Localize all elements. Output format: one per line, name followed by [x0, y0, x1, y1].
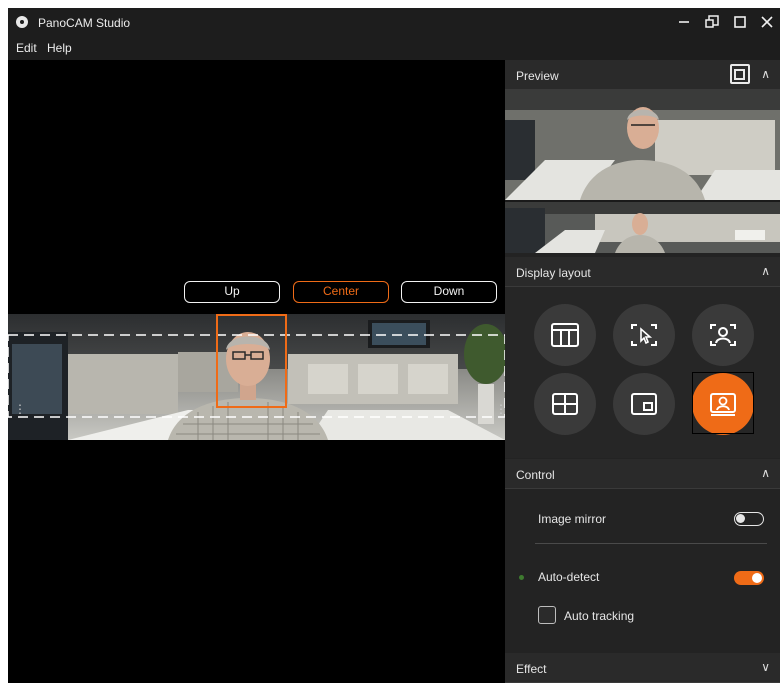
display-layout-options [505, 287, 780, 458]
panorama-video[interactable] [8, 314, 505, 440]
cursor-frame-icon [631, 324, 657, 346]
quad-layout-icon [552, 393, 578, 415]
chevron-down-icon[interactable]: ∨ [761, 660, 770, 674]
menu-bar: Edit Help [8, 38, 780, 60]
center-button[interactable]: Center [293, 281, 389, 303]
layout-grid-button[interactable] [534, 304, 596, 366]
left-drag-handle[interactable]: ⋮ [14, 402, 26, 416]
layout-selection-frame [692, 372, 754, 434]
pip-layout-icon [631, 393, 657, 415]
close-button[interactable] [753, 10, 780, 34]
auto-detect-toggle[interactable] [734, 571, 764, 585]
camera-lens-icon [16, 16, 28, 28]
layout-person-frame-button[interactable] [692, 304, 754, 366]
chevron-up-icon[interactable]: ∧ [761, 67, 770, 81]
maximize-icon [734, 16, 746, 28]
layout-quad-button[interactable] [534, 373, 596, 435]
menu-edit[interactable]: Edit [16, 41, 37, 55]
auto-tracking-label: Auto tracking [564, 609, 635, 623]
picture-in-picture-collapse-icon[interactable] [730, 64, 750, 84]
side-panel: Preview ∧ Display layout ∧ Control ∧ Ima… [505, 60, 780, 683]
control-divider [535, 543, 767, 544]
auto-detect-status-icon [519, 575, 524, 580]
auto-tracking-checkbox[interactable] [538, 606, 556, 624]
display-layout-title: Display layout [516, 266, 591, 280]
grid-layout-icon [551, 323, 579, 347]
restore-icon [705, 15, 719, 28]
layout-cursor-frame-button[interactable] [613, 304, 675, 366]
app-title: PanoCAM Studio [38, 16, 131, 30]
right-drag-handle[interactable]: ⋮ [495, 402, 507, 416]
restore-button[interactable] [698, 10, 726, 34]
main-video-view: Up Center Down ⋮ ⋮ [8, 60, 507, 683]
effect-header[interactable]: Effect ∨ [505, 653, 780, 683]
preview-image [505, 90, 780, 253]
menu-help[interactable]: Help [47, 41, 72, 55]
close-icon [761, 16, 773, 28]
chevron-up-icon[interactable]: ∧ [761, 466, 770, 480]
preview-title: Preview [516, 69, 559, 83]
maximize-button[interactable] [726, 10, 754, 34]
person-frame-icon [710, 324, 736, 346]
effect-title: Effect [516, 662, 547, 676]
control-title: Control [516, 468, 555, 482]
display-layout-header[interactable]: Display layout ∧ [505, 257, 780, 287]
down-button[interactable]: Down [401, 281, 497, 303]
image-mirror-toggle[interactable] [734, 512, 764, 526]
preview-header[interactable]: Preview ∧ [505, 60, 780, 90]
image-mirror-label: Image mirror [538, 512, 607, 526]
minimize-button[interactable] [670, 10, 698, 34]
control-header[interactable]: Control ∧ [505, 459, 780, 489]
minimize-icon [679, 21, 689, 23]
up-button[interactable]: Up [184, 281, 280, 303]
auto-detect-label: Auto-detect [538, 570, 600, 584]
title-bar: PanoCAM Studio [8, 8, 780, 38]
control-section: Image mirror Auto-detect Auto tracking [505, 490, 780, 652]
chevron-up-icon[interactable]: ∧ [761, 264, 770, 278]
layout-pip-button[interactable] [613, 373, 675, 435]
app-window: PanoCAM Studio Edit Help Up Center Down [8, 8, 780, 683]
